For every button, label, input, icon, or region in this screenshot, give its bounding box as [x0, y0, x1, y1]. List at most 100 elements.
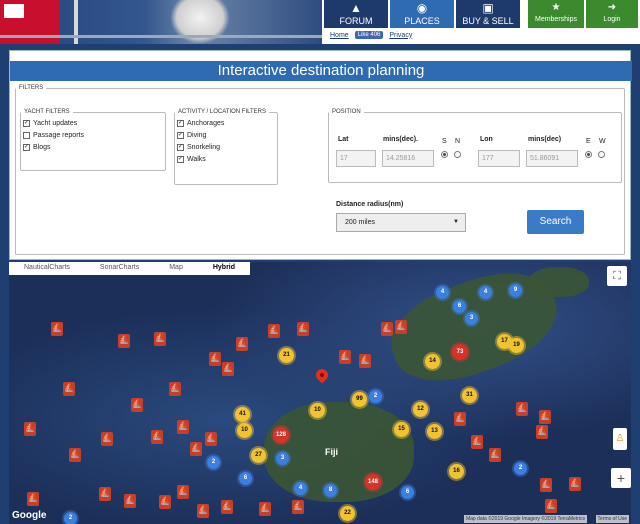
marker-cluster[interactable]: 148 — [365, 474, 381, 490]
marker-cluster[interactable]: 2 — [369, 390, 382, 403]
marker-cluster[interactable]: 2 — [64, 512, 77, 524]
search-button[interactable]: Search — [527, 210, 584, 234]
map-type-hybrid[interactable]: Hybrid — [198, 262, 250, 275]
marker-cluster[interactable]: 6 — [453, 300, 466, 313]
marker-cluster[interactable]: 73 — [452, 344, 468, 360]
marker-cluster[interactable]: 12 — [413, 402, 428, 417]
sailboat-marker-icon[interactable]: ⛵ — [222, 362, 234, 376]
marker-cluster[interactable]: 6 — [239, 472, 252, 485]
west-radio[interactable] — [598, 151, 605, 158]
tab-places[interactable]: ◉ PLACES — [390, 0, 454, 28]
sailboat-marker-icon[interactable]: ⛵ — [471, 435, 483, 449]
sailboat-marker-icon[interactable]: ⛵ — [24, 422, 36, 436]
map-type-nauticalcharts[interactable]: NauticalCharts — [9, 262, 85, 275]
sailboat-marker-icon[interactable]: ⛵ — [27, 492, 39, 506]
passage-reports-checkbox[interactable]: Passage reports — [23, 132, 165, 139]
sailboat-marker-icon[interactable]: ⛵ — [268, 324, 280, 338]
sailboat-marker-icon[interactable]: ⛵ — [292, 500, 304, 514]
sailboat-marker-icon[interactable]: ⛵ — [69, 448, 81, 462]
selected-location-pin-icon[interactable] — [313, 366, 331, 384]
marker-cluster[interactable]: 9 — [509, 284, 522, 297]
sailboat-marker-icon[interactable]: ⛵ — [359, 354, 371, 368]
street-view-icon[interactable]: ♙ — [613, 428, 627, 450]
marker-cluster[interactable]: 4 — [436, 286, 449, 299]
marker-cluster[interactable]: 2 — [514, 462, 527, 475]
marker-cluster[interactable]: 41 — [235, 407, 250, 422]
sailboat-marker-icon[interactable]: ⛵ — [131, 398, 143, 412]
sailboat-marker-icon[interactable]: ⛵ — [454, 412, 466, 426]
marker-cluster[interactable]: 14 — [425, 354, 440, 369]
lon-degrees-input[interactable]: 177 — [478, 150, 520, 167]
sailboat-marker-icon[interactable]: ⛵ — [209, 352, 221, 366]
sailboat-marker-icon[interactable]: ⛵ — [51, 322, 63, 336]
marker-cluster[interactable]: 19 — [509, 338, 524, 353]
memberships-button[interactable]: ★ Memberships — [528, 0, 584, 28]
anchorages-checkbox[interactable]: ✓ Anchorages — [177, 120, 277, 127]
marker-cluster[interactable]: 3 — [276, 452, 289, 465]
blogs-checkbox[interactable]: ✓ Blogs — [23, 144, 165, 151]
sailboat-marker-icon[interactable]: ⛵ — [177, 420, 189, 434]
marker-cluster[interactable]: 99 — [352, 392, 367, 407]
sailboat-marker-icon[interactable]: ⛵ — [63, 382, 75, 396]
sailboat-marker-icon[interactable]: ⛵ — [124, 494, 136, 508]
marker-cluster[interactable]: 16 — [449, 464, 464, 479]
tab-buy-sell[interactable]: ▣ BUY & SELL — [456, 0, 520, 28]
lat-degrees-input[interactable]: 17 — [336, 150, 376, 167]
sailboat-marker-icon[interactable]: ⛵ — [151, 430, 163, 444]
radius-select[interactable]: 200 miles ▼ — [336, 213, 466, 232]
privacy-link[interactable]: Privacy — [389, 32, 412, 39]
south-radio[interactable] — [441, 151, 448, 158]
sailboat-marker-icon[interactable]: ⛵ — [545, 499, 557, 513]
sailboat-marker-icon[interactable]: ⛵ — [99, 487, 111, 501]
sailboat-marker-icon[interactable]: ⛵ — [197, 504, 209, 518]
sailboat-marker-icon[interactable]: ⛵ — [221, 500, 233, 514]
map-type-sonarcharts[interactable]: SonarCharts — [85, 262, 154, 275]
sailboat-marker-icon[interactable]: ⛵ — [154, 332, 166, 346]
marker-cluster[interactable]: 4 — [479, 286, 492, 299]
marker-cluster[interactable]: 4 — [294, 482, 307, 495]
lat-mins-input[interactable]: 14.25816 — [382, 150, 434, 167]
marker-cluster[interactable]: 22 — [340, 506, 355, 521]
sailboat-marker-icon[interactable]: ⛵ — [236, 337, 248, 351]
marker-cluster[interactable]: 31 — [462, 388, 477, 403]
sailboat-marker-icon[interactable]: ⛵ — [297, 322, 309, 336]
sailboat-marker-icon[interactable]: ⛵ — [169, 382, 181, 396]
marker-cluster[interactable]: 10 — [310, 403, 325, 418]
sailboat-marker-icon[interactable]: ⛵ — [539, 410, 551, 424]
map-type-map[interactable]: Map — [154, 262, 198, 275]
marker-cluster[interactable]: 15 — [394, 422, 409, 437]
zoom-in-button[interactable]: + — [611, 468, 631, 488]
marker-cluster[interactable]: 10 — [237, 423, 252, 438]
sailboat-marker-icon[interactable]: ⛵ — [339, 350, 351, 364]
map-view[interactable]: NauticalCharts SonarCharts Map Hybrid ⛵ ⛵… — [9, 262, 631, 524]
east-radio[interactable] — [585, 151, 592, 158]
marker-cluster[interactable]: 3 — [465, 312, 478, 325]
sailboat-marker-icon[interactable]: ⛵ — [101, 432, 113, 446]
sailboat-marker-icon[interactable]: ⛵ — [536, 425, 548, 439]
sailboat-marker-icon[interactable]: ⛵ — [489, 448, 501, 462]
marker-cluster[interactable]: 27 — [251, 448, 266, 463]
sailboat-marker-icon[interactable]: ⛵ — [118, 334, 130, 348]
sailboat-marker-icon[interactable]: ⛵ — [569, 477, 581, 491]
sailboat-marker-icon[interactable]: ⛵ — [205, 432, 217, 446]
sailboat-marker-icon[interactable]: ⛵ — [540, 478, 552, 492]
diving-checkbox[interactable]: ✓ Diving — [177, 132, 277, 139]
sailboat-marker-icon[interactable]: ⛵ — [395, 320, 407, 334]
walks-checkbox[interactable]: ✓ Walks — [177, 156, 277, 163]
marker-cluster[interactable]: 128 — [273, 427, 289, 443]
fullscreen-icon[interactable]: ⛶ — [607, 266, 627, 286]
marker-cluster[interactable]: 13 — [427, 424, 442, 439]
sailboat-marker-icon[interactable]: ⛵ — [177, 485, 189, 499]
marker-cluster[interactable]: 2 — [207, 456, 220, 469]
sailboat-marker-icon[interactable]: ⛵ — [516, 402, 528, 416]
home-link[interactable]: Home — [330, 32, 349, 39]
lon-mins-input[interactable]: 51.86091 — [526, 150, 578, 167]
facebook-like-button[interactable]: Like 406 — [354, 31, 384, 39]
login-button[interactable]: ➜ Login — [586, 0, 638, 28]
terms-of-use-link[interactable]: Terms of Use — [595, 515, 629, 523]
tab-forum[interactable]: ▲ FORUM — [324, 0, 388, 28]
yacht-updates-checkbox[interactable]: ✓ Yacht updates — [23, 120, 165, 127]
north-radio[interactable] — [454, 151, 461, 158]
sailboat-marker-icon[interactable]: ⛵ — [381, 322, 393, 336]
sailboat-marker-icon[interactable]: ⛵ — [190, 442, 202, 456]
